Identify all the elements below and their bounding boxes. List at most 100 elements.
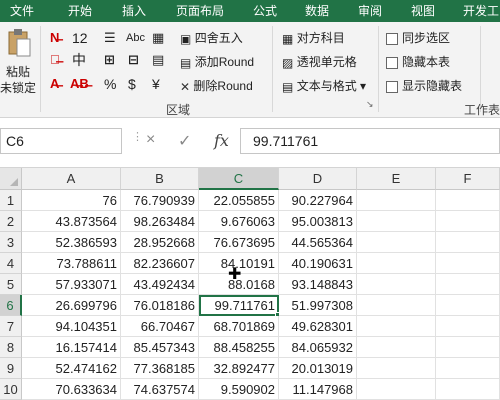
- cell-e9[interactable]: [357, 358, 436, 379]
- remove-round-button[interactable]: ✕ 删除Round: [180, 78, 253, 95]
- align-icon[interactable]: ☰: [104, 30, 116, 46]
- cell-d1[interactable]: 90.227964: [279, 190, 357, 211]
- hide-sheet-toggle[interactable]: 隐藏本表: [386, 54, 450, 70]
- formula-input[interactable]: 99.711761: [240, 128, 500, 154]
- round-button[interactable]: ▣ 四舍五入: [180, 30, 243, 47]
- cell-f9[interactable]: [436, 358, 500, 379]
- column-header-c[interactable]: C: [199, 168, 279, 190]
- unlock-button[interactable]: 未锁定: [0, 80, 36, 96]
- dollar-icon[interactable]: $: [128, 76, 136, 92]
- cell-f6[interactable]: [436, 295, 500, 316]
- cell-b6[interactable]: 76.018186: [121, 295, 199, 316]
- cell-b8[interactable]: 85.457343: [121, 337, 199, 358]
- cell-f8[interactable]: [436, 337, 500, 358]
- add-round-button[interactable]: ▤ 添加Round: [180, 54, 254, 71]
- sync-selection-toggle[interactable]: 同步选区: [386, 30, 450, 46]
- cell-e6[interactable]: [357, 295, 436, 316]
- row-header-2[interactable]: 2: [0, 211, 22, 232]
- cell-b5[interactable]: 43.492434: [121, 274, 199, 295]
- column-header-e[interactable]: E: [357, 168, 436, 190]
- cell-a9[interactable]: 52.474162: [22, 358, 121, 379]
- paste-button[interactable]: 粘贴: [6, 64, 30, 80]
- cell-b10[interactable]: 74.637574: [121, 379, 199, 400]
- cell-e7[interactable]: [357, 316, 436, 337]
- enter-icon[interactable]: ✓: [178, 131, 191, 151]
- perspective-cell-button[interactable]: ▨ 透视单元格: [282, 54, 357, 71]
- row-header-6[interactable]: 6: [0, 295, 22, 316]
- row-header-5[interactable]: 5: [0, 274, 22, 295]
- cell-c10[interactable]: 9.590902: [199, 379, 279, 400]
- cell-d10[interactable]: 11.147968: [279, 379, 357, 400]
- cell-a3[interactable]: 52.386593: [22, 232, 121, 253]
- cell-b9[interactable]: 77.368185: [121, 358, 199, 379]
- cell-e10[interactable]: [357, 379, 436, 400]
- cell-b2[interactable]: 98.263484: [121, 211, 199, 232]
- tab-review[interactable]: 审阅: [358, 3, 382, 19]
- cell-e8[interactable]: [357, 337, 436, 358]
- cell-e1[interactable]: [357, 190, 436, 211]
- cell-a10[interactable]: 70.633634: [22, 379, 121, 400]
- paste-icon[interactable]: [6, 28, 34, 58]
- mid-strike-icon[interactable]: 中̶: [50, 52, 60, 67]
- cell-e3[interactable]: [357, 232, 436, 253]
- column-header-f[interactable]: F: [436, 168, 500, 190]
- cell-d4[interactable]: 40.190631: [279, 253, 357, 274]
- cell-a8[interactable]: 16.157414: [22, 337, 121, 358]
- column-header-a[interactable]: A: [22, 168, 121, 190]
- row-header-8[interactable]: 8: [0, 337, 22, 358]
- dialog-launcher-icon[interactable]: ↘: [366, 96, 374, 112]
- row-header-4[interactable]: 4: [0, 253, 22, 274]
- merge-icon[interactable]: ⊞: [104, 52, 115, 68]
- cell-b3[interactable]: 28.952668: [121, 232, 199, 253]
- row-header-7[interactable]: 7: [0, 316, 22, 337]
- cell-f4[interactable]: [436, 253, 500, 274]
- cell-b7[interactable]: 66.70467: [121, 316, 199, 337]
- cell-c7[interactable]: 68.701869: [199, 316, 279, 337]
- cell-d8[interactable]: 84.065932: [279, 337, 357, 358]
- clear-format-ab-icon[interactable]: A̶B̶: [70, 76, 89, 91]
- cell-f3[interactable]: [436, 232, 500, 253]
- cell-a1[interactable]: 76: [22, 190, 121, 211]
- cell-a7[interactable]: 94.104351: [22, 316, 121, 337]
- cell-c9[interactable]: 32.892477: [199, 358, 279, 379]
- tab-page-layout[interactable]: 页面布局: [176, 3, 224, 19]
- cell-f10[interactable]: [436, 379, 500, 400]
- tab-insert[interactable]: 插入: [122, 3, 146, 19]
- show-hidden-sheet-button[interactable]: 显示隐藏表: [386, 78, 462, 94]
- cell-e5[interactable]: [357, 274, 436, 295]
- column-header-d[interactable]: D: [279, 168, 357, 190]
- percent-icon[interactable]: %: [104, 76, 116, 92]
- chinese-font-icon[interactable]: 中: [72, 52, 86, 68]
- row-header-3[interactable]: 3: [0, 232, 22, 253]
- row-header-1[interactable]: 1: [0, 190, 22, 211]
- cell-c2[interactable]: 9.676063: [199, 211, 279, 232]
- cell-f7[interactable]: [436, 316, 500, 337]
- cell-a2[interactable]: 43.873564: [22, 211, 121, 232]
- cell-e4[interactable]: [357, 253, 436, 274]
- row-header-9[interactable]: 9: [0, 358, 22, 379]
- cell-f2[interactable]: [436, 211, 500, 232]
- tab-data[interactable]: 数据: [305, 3, 329, 19]
- cell-b4[interactable]: 82.236607: [121, 253, 199, 274]
- table-icon[interactable]: ▤: [152, 52, 164, 68]
- cell-e2[interactable]: [357, 211, 436, 232]
- tab-home[interactable]: 开始: [68, 3, 92, 19]
- strike-icon[interactable]: N̶: [50, 30, 59, 45]
- cell-a6[interactable]: 26.699796: [22, 295, 121, 316]
- cell-d2[interactable]: 95.003813: [279, 211, 357, 232]
- tab-formulas[interactable]: 公式: [253, 3, 277, 19]
- cell-a5[interactable]: 57.933071: [22, 274, 121, 295]
- cell-f1[interactable]: [436, 190, 500, 211]
- yen-icon[interactable]: ¥: [152, 76, 160, 92]
- cell-f5[interactable]: [436, 274, 500, 295]
- cell-d5[interactable]: 93.148843: [279, 274, 357, 295]
- text-format-button[interactable]: ▤ 文本与格式 ▾: [282, 78, 366, 95]
- font-size-value[interactable]: 12: [72, 30, 88, 46]
- row-header-10[interactable]: 10: [0, 379, 22, 400]
- split-icon[interactable]: ⊟: [128, 52, 139, 68]
- cell-c6[interactable]: 99.711761: [199, 295, 279, 316]
- clear-format-icon[interactable]: A̶: [50, 76, 59, 91]
- column-header-b[interactable]: B: [121, 168, 199, 190]
- grid-icon[interactable]: ▦: [152, 30, 164, 46]
- cell-d9[interactable]: 20.013019: [279, 358, 357, 379]
